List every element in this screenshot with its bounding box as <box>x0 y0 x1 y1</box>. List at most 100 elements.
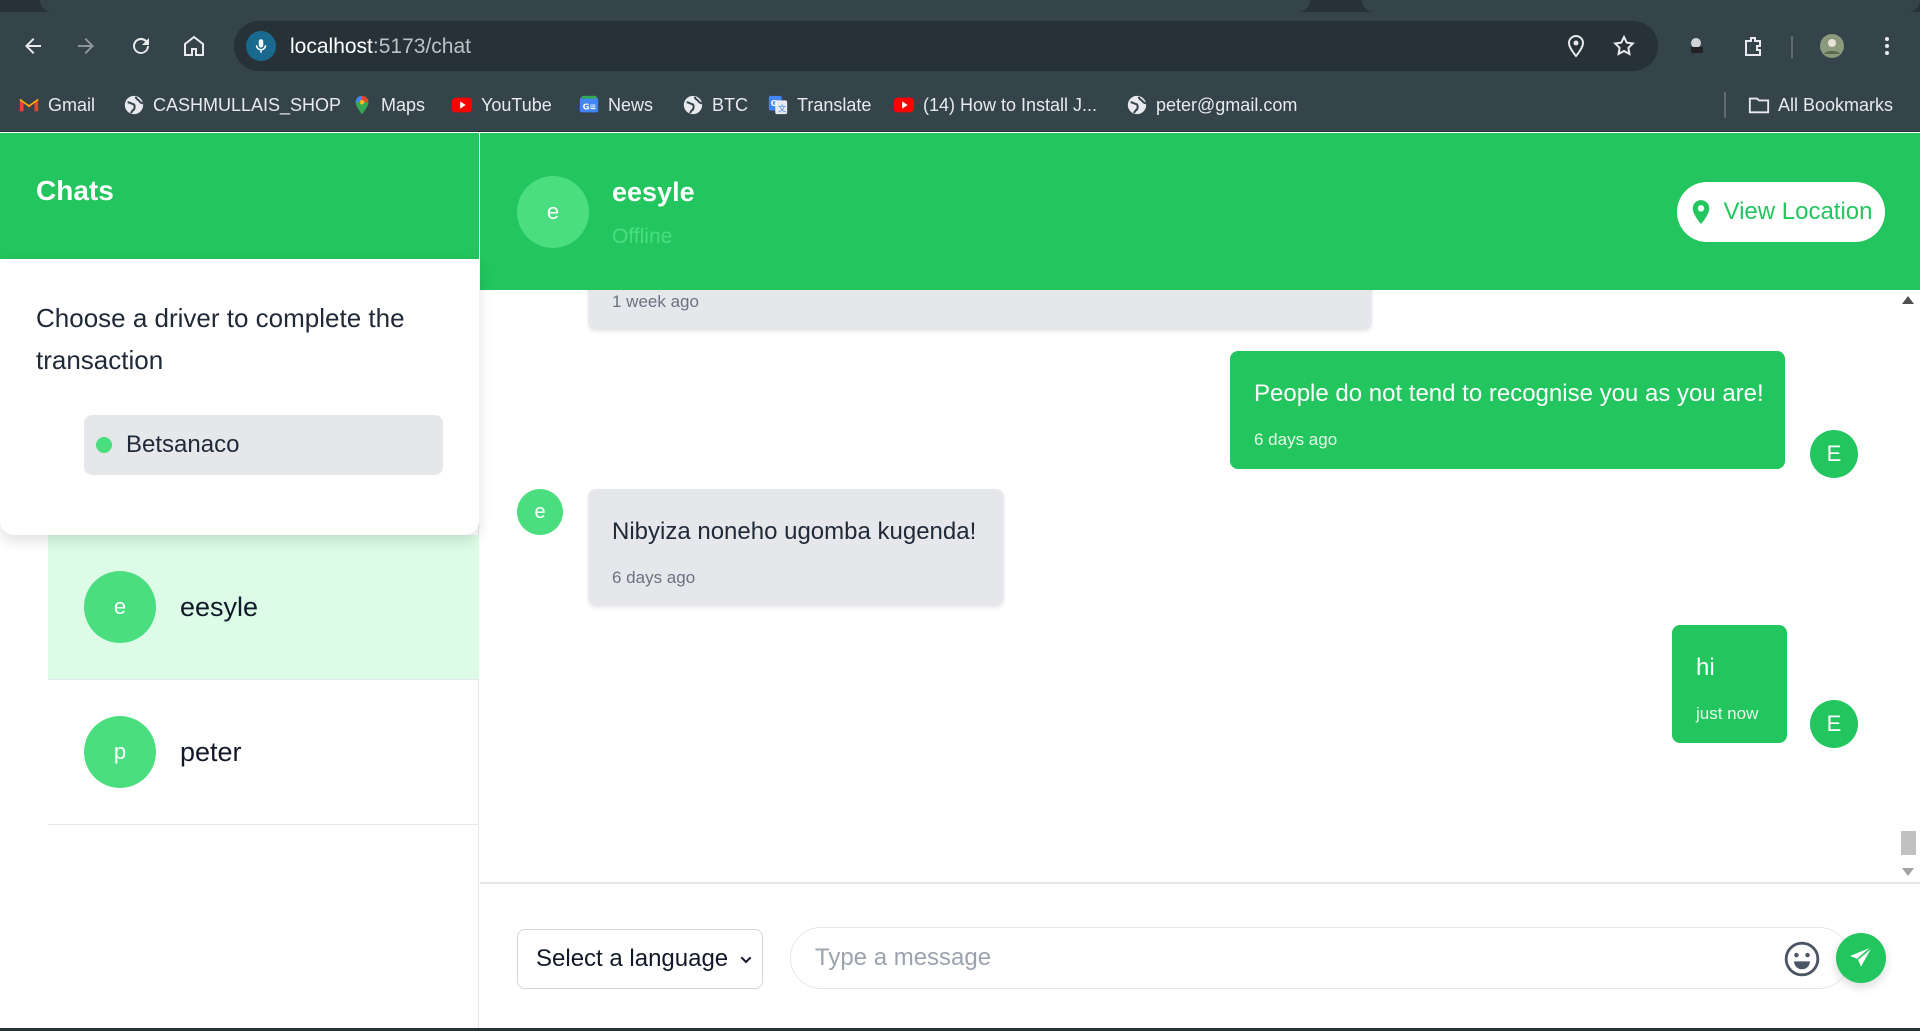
bookmark-label: Gmail <box>48 94 96 115</box>
message-list-scrollbar[interactable] <box>1896 290 1920 882</box>
driver-prompt: Choose a driver to complete the transact… <box>36 303 405 375</box>
extension-puppet-icon <box>1691 38 1703 53</box>
online-status-dot <box>96 437 112 453</box>
chat-app: Chats Choose a driver to complete the tr… <box>0 133 1920 1031</box>
reload-button[interactable] <box>125 30 157 62</box>
send-button[interactable] <box>1836 933 1886 983</box>
message-text: Nibyiza noneho ugomba kugenda! <box>612 518 977 545</box>
all-bookmarks-button[interactable]: All Bookmarks <box>1748 92 1893 118</box>
avatar: p <box>84 716 156 788</box>
message-text: hi <box>1696 654 1715 681</box>
folder-icon <box>1748 94 1770 116</box>
message-time: 6 days ago <box>1254 430 1338 449</box>
bookmark-label: News <box>608 94 654 115</box>
address-bar[interactable]: localhost:5173/chat <box>234 21 1658 71</box>
back-arrow-icon <box>25 38 41 54</box>
avatar: e <box>517 176 589 248</box>
view-location-button[interactable]: View Location <box>1677 182 1885 242</box>
scroll-up-arrow-icon[interactable] <box>1902 296 1914 304</box>
contact-status: Offline <box>612 225 673 248</box>
avatar: E <box>1810 700 1858 748</box>
scrollbar-thumb[interactable] <box>1901 831 1916 855</box>
browser-tab[interactable] <box>1362 0 1920 12</box>
map-pin-icon <box>1692 200 1709 224</box>
home-icon <box>184 35 204 56</box>
bookmarks-divider <box>1724 92 1726 118</box>
bookmark-youtube[interactable]: YouTube <box>451 92 552 118</box>
reload-icon <box>133 37 149 54</box>
bookmark-label: Maps <box>381 94 426 115</box>
browser-tab-strip <box>0 0 1920 12</box>
chevron-down-icon <box>740 956 752 964</box>
view-location-label: View Location <box>1723 198 1873 225</box>
language-select[interactable]: Select a language <box>517 929 763 989</box>
bookmark-star-icon[interactable] <box>1612 34 1636 58</box>
paper-plane-icon <box>1850 946 1873 967</box>
bookmark-label: BTC <box>712 94 748 115</box>
url-host: localhost <box>290 35 373 58</box>
message-time: 6 days ago <box>612 568 696 587</box>
driver-option[interactable]: Betsanaco <box>84 415 443 475</box>
svg-text:G: G <box>771 98 778 108</box>
message-input[interactable] <box>790 927 1850 989</box>
translate-icon: G文 <box>767 94 789 116</box>
bookmark-translate[interactable]: G文 Translate <box>767 92 871 118</box>
bookmark-cashmullais-shop[interactable]: CASHMULLAIS_SHOP <box>123 92 341 118</box>
contact-item-peter[interactable]: p peter <box>48 680 479 825</box>
microphone-icon[interactable] <box>246 31 276 61</box>
message-composer: Select a language <box>480 882 1920 1031</box>
browser-toolbar: localhost:5173/chat <box>0 12 1920 78</box>
bookmark-maps[interactable]: Maps <box>351 92 425 118</box>
globe-icon <box>123 94 145 116</box>
avatar: E <box>1810 430 1858 478</box>
sidebar-header: Chats <box>0 133 479 259</box>
home-button[interactable] <box>178 30 210 62</box>
avatar: e <box>84 571 156 643</box>
browser-tab[interactable] <box>40 0 1310 12</box>
bookmark-how-to-install[interactable]: (14) How to Install J... <box>893 92 1097 118</box>
avatar: e <box>517 489 563 535</box>
extensions-button[interactable] <box>1737 30 1769 62</box>
message-bubble-outgoing: People do not tend to recognise you as y… <box>1230 351 1785 469</box>
message-time: 1 week ago <box>612 292 699 311</box>
profile-icon <box>1820 34 1844 58</box>
bookmark-btc[interactable]: BTC <box>682 92 748 118</box>
location-pin-icon[interactable] <box>1564 34 1588 58</box>
forward-button[interactable] <box>70 30 102 62</box>
globe-icon <box>1126 94 1148 116</box>
extension-button[interactable] <box>1681 30 1713 62</box>
youtube-icon <box>451 94 473 116</box>
message-bubble-incoming: 1 week ago <box>588 290 1372 330</box>
kebab-menu-icon <box>1885 37 1889 55</box>
back-button[interactable] <box>17 30 49 62</box>
chat-header: e eesyle Offline View Location <box>480 133 1920 290</box>
bookmarks-bar: Gmail CASHMULLAIS_SHOP Maps YouTube G≡ N… <box>0 78 1920 132</box>
driver-name: Betsanaco <box>126 431 240 458</box>
bookmark-label: peter@gmail.com <box>1156 94 1298 115</box>
puzzle-icon <box>1745 37 1761 56</box>
forward-arrow-icon <box>78 38 94 54</box>
contact-name: eesyle <box>180 591 259 622</box>
svg-text:G≡: G≡ <box>583 102 597 112</box>
globe-icon <box>682 94 704 116</box>
profile-avatar[interactable] <box>1816 30 1848 62</box>
message-bubble-outgoing: hi just now <box>1672 625 1787 743</box>
scroll-down-arrow-icon[interactable] <box>1902 868 1914 876</box>
url-path: :5173/chat <box>372 35 471 58</box>
smiley-icon <box>1784 941 1820 977</box>
message-text: People do not tend to recognise you as y… <box>1254 380 1764 407</box>
toolbar-divider <box>1791 36 1793 58</box>
browser-menu-button[interactable] <box>1871 30 1903 62</box>
chat-contact-name: eesyle <box>612 177 695 207</box>
contact-item-eesyle[interactable]: e eesyle <box>48 535 479 680</box>
bookmark-label: Translate <box>797 94 872 115</box>
maps-icon <box>351 94 373 116</box>
bookmark-gmail[interactable]: Gmail <box>18 92 95 118</box>
url-text[interactable]: localhost:5173/chat <box>290 35 471 59</box>
contact-name: peter <box>180 736 242 767</box>
bookmark-news[interactable]: G≡ News <box>578 92 653 118</box>
gmail-icon <box>18 94 40 116</box>
emoji-button[interactable] <box>1782 939 1822 979</box>
bookmark-peter-gmail[interactable]: peter@gmail.com <box>1126 92 1297 118</box>
all-bookmarks-label: All Bookmarks <box>1778 94 1894 115</box>
